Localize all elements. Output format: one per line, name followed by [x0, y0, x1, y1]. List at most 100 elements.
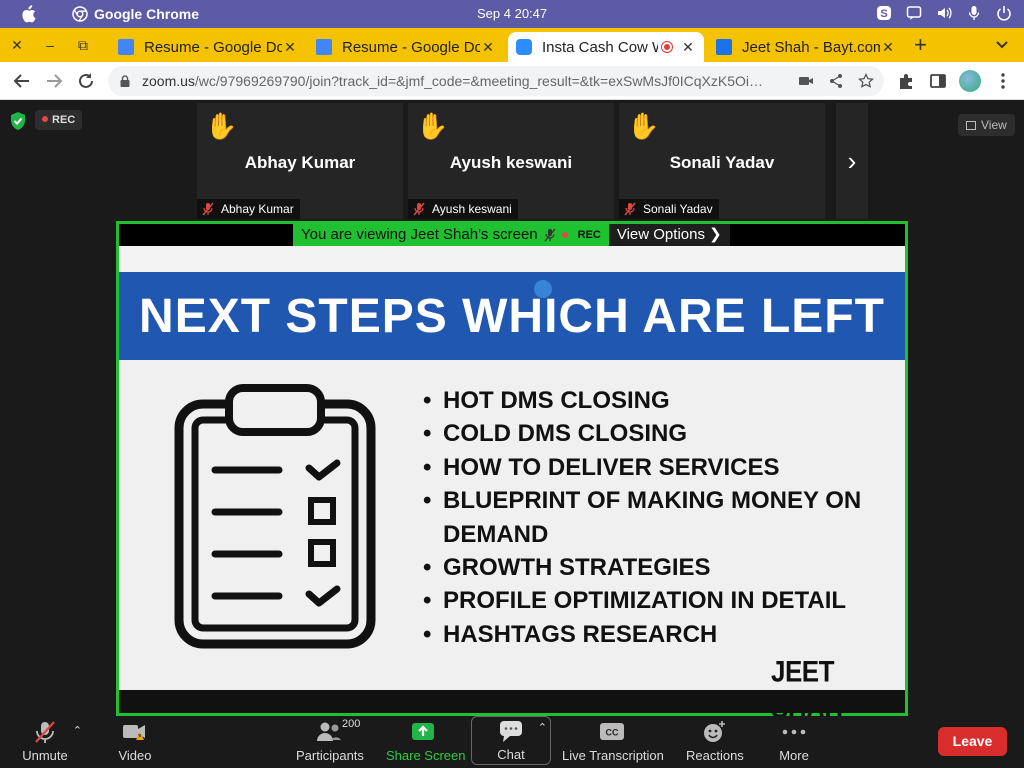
- back-arrow-icon[interactable]: [13, 72, 31, 90]
- apple-icon[interactable]: [20, 5, 36, 23]
- chrome-icon: [72, 6, 88, 22]
- view-label: View: [981, 118, 1007, 132]
- live-transcription-button[interactable]: CC Live Transcription: [562, 720, 664, 763]
- tab-title: Resume - Google Docs: [342, 38, 480, 56]
- next-page-chevron-icon[interactable]: ›: [836, 103, 868, 219]
- chat-bubble-icon[interactable]: [906, 5, 922, 21]
- new-tab-button[interactable]: +: [914, 34, 927, 56]
- system-clock[interactable]: Sep 4 20:47: [477, 6, 547, 21]
- more-label: More: [779, 748, 809, 763]
- participant-name: Abhay Kumar: [244, 153, 356, 172]
- participant-tile[interactable]: ✋ Sonali Yadav Sonali Yadav: [619, 103, 825, 219]
- list-item: GROWTH STRATEGIES: [423, 551, 893, 585]
- forward-arrow-icon[interactable]: [45, 72, 63, 90]
- raised-hand-icon: ✋: [627, 111, 660, 141]
- share-screen-label: Share Screen: [386, 748, 466, 763]
- zoom-meeting-area: REC View ✋ Abhay Kumar Abhay Kumar ✋ Ayu…: [0, 101, 1024, 724]
- tab-jeet-shah-bayt[interactable]: Jeet Shah - Bayt.com ✕: [708, 32, 904, 62]
- tab-insta-cash-cow[interactable]: Insta Cash Cow W ✕: [508, 32, 704, 62]
- bayt-icon: [716, 39, 732, 55]
- next-steps-list: HOT DMS CLOSING COLD DMS CLOSING HOW TO …: [423, 384, 893, 652]
- clipboard-checklist-icon: [174, 384, 376, 649]
- close-tab-icon[interactable]: ✕: [880, 39, 896, 56]
- video-camera-off-icon: [123, 725, 145, 740]
- list-item: BLUEPRINT OF MAKING MONEY ON DEMAND: [423, 484, 893, 551]
- video-label: Video: [118, 748, 152, 763]
- view-options-button[interactable]: View Options ❯: [608, 224, 730, 246]
- list-item: HOT DMS CLOSING: [423, 384, 893, 418]
- tab-resume-1[interactable]: Resume - Google Docs ✕: [110, 32, 306, 62]
- unmute-label: Unmute: [22, 748, 68, 763]
- participant-label: Ayush keswani: [408, 199, 518, 219]
- recording-badge[interactable]: REC: [35, 110, 83, 130]
- rec-dot-icon: [42, 116, 48, 122]
- list-item: HASHTAGS RESEARCH: [423, 618, 893, 652]
- raised-hand-icon: ✋: [205, 111, 238, 141]
- volume-icon[interactable]: [936, 5, 952, 21]
- skype-icon[interactable]: S: [876, 5, 892, 21]
- minimize-window-icon[interactable]: –: [42, 37, 58, 53]
- google-docs-icon: [118, 39, 134, 55]
- google-docs-icon: [316, 39, 332, 55]
- recording-indicator-icon: [662, 42, 672, 52]
- power-icon[interactable]: [996, 5, 1012, 21]
- shared-screen[interactable]: You are viewing Jeet Shah's screen REC V…: [116, 221, 908, 724]
- reload-icon[interactable]: [77, 72, 95, 90]
- share-screen-icon: [412, 723, 434, 740]
- side-panel-icon[interactable]: [929, 72, 947, 90]
- chevron-up-icon[interactable]: ⌃: [538, 721, 547, 734]
- leave-meeting-button[interactable]: Leave: [938, 727, 1007, 756]
- view-button[interactable]: View: [958, 114, 1015, 136]
- close-tab-icon[interactable]: ✕: [480, 39, 496, 56]
- video-button[interactable]: Video: [113, 720, 157, 763]
- reactions-smiley-icon: [704, 721, 725, 742]
- presenter-cursor-icon: [534, 280, 552, 298]
- participants-button[interactable]: 200 Participants: [296, 718, 364, 763]
- raised-hand-icon: ✋: [416, 111, 449, 141]
- close-tab-icon[interactable]: ✕: [680, 39, 696, 56]
- more-button[interactable]: More: [773, 720, 815, 763]
- bookmark-star-icon[interactable]: [857, 72, 875, 89]
- security-shield-icon[interactable]: [9, 111, 27, 131]
- active-app-name[interactable]: Google Chrome: [94, 6, 199, 22]
- url-text[interactable]: zoom.us/wc/97969269790/join?track_id=&jm…: [142, 73, 782, 89]
- share-screen-button[interactable]: Share Screen: [386, 720, 466, 763]
- participant-tile[interactable]: ✋ Abhay Kumar Abhay Kumar: [197, 103, 403, 219]
- screen: Google Chrome Sep 4 20:47 S ✕ – ⧉ Resume…: [0, 0, 1024, 768]
- grid-view-icon: [966, 121, 976, 130]
- participant-name: Ayush keswani: [449, 153, 573, 172]
- list-item: HOW TO DELIVER SERVICES: [423, 451, 893, 485]
- tab-title: Insta Cash Cow W: [542, 38, 658, 56]
- tab-title: Resume - Google Docs: [144, 38, 282, 56]
- svg-text:S: S: [880, 8, 887, 20]
- svg-text:CC: CC: [606, 728, 619, 738]
- profile-avatar[interactable]: [959, 70, 981, 92]
- participant-label: Abhay Kumar: [197, 199, 300, 219]
- kebab-menu-icon[interactable]: [994, 72, 1012, 90]
- unmute-button[interactable]: Unmute ⌃: [22, 720, 82, 763]
- chevron-up-icon[interactable]: ⌃: [73, 724, 82, 737]
- close-window-icon[interactable]: ✕: [9, 37, 25, 53]
- restore-window-icon[interactable]: ⧉: [75, 37, 91, 53]
- camera-permission-icon[interactable]: [798, 73, 814, 89]
- lock-icon[interactable]: [120, 75, 130, 87]
- close-tab-icon[interactable]: ✕: [282, 39, 298, 56]
- url-path: /wc/97969269790/join?track_id=&jmf_code=…: [194, 73, 764, 89]
- participant-label-text: Ayush keswani: [432, 202, 512, 216]
- microphone-icon[interactable]: [966, 5, 982, 21]
- chat-button[interactable]: Chat ⌃: [471, 716, 551, 765]
- live-transcription-label: Live Transcription: [562, 748, 664, 763]
- address-bar[interactable]: zoom.us/wc/97969269790/join?track_id=&jm…: [108, 66, 884, 96]
- participant-tile[interactable]: ✋ Ayush keswani Ayush keswani: [408, 103, 614, 219]
- browser-toolbar: zoom.us/wc/97969269790/join?track_id=&jm…: [0, 62, 1024, 100]
- reactions-button[interactable]: Reactions: [686, 720, 744, 763]
- chevron-down-icon[interactable]: [994, 36, 1010, 52]
- list-item: PROFILE OPTIMIZATION IN DETAIL: [423, 584, 893, 618]
- slide-top-strip: [119, 246, 905, 272]
- extensions-icon[interactable]: [897, 72, 915, 90]
- share-icon[interactable]: [828, 73, 844, 89]
- share-bottom-bar: [119, 690, 905, 713]
- closed-captions-icon: CC: [600, 723, 624, 740]
- tab-resume-2[interactable]: Resume - Google Docs ✕: [308, 32, 504, 62]
- participant-label-text: Sonali Yadav: [643, 202, 713, 216]
